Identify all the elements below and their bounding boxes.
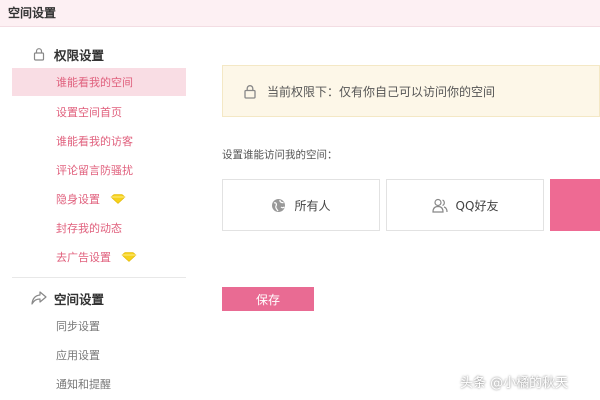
sidebar-group-label: 权限设置 bbox=[54, 47, 105, 63]
sidebar-item-remove-ads[interactable]: 去广告设置 bbox=[12, 243, 186, 271]
sidebar-item-homepage[interactable]: 设置空间首页 bbox=[12, 98, 186, 126]
globe-icon bbox=[271, 198, 286, 213]
sidebar-divider bbox=[12, 277, 186, 278]
notice-text: 当前权限下：仅有你自己可以访问你的空间 bbox=[267, 84, 496, 99]
option-qq-friends[interactable]: QQ好友 bbox=[386, 179, 544, 231]
sidebar-item-sync[interactable]: 同步设置 bbox=[12, 312, 186, 340]
sidebar-item-label: 应用设置 bbox=[56, 349, 100, 362]
sidebar-group-permissions[interactable]: 权限设置 bbox=[30, 44, 104, 64]
sidebar-item-label: 同步设置 bbox=[56, 320, 100, 333]
sidebar-item-visitors[interactable]: 谁能看我的访客 bbox=[12, 127, 186, 155]
save-button[interactable]: 保存 bbox=[222, 287, 314, 311]
sidebar-item-anti-harassment[interactable]: 评论留言防骚扰 bbox=[12, 156, 186, 184]
sidebar-item-label: 封存我的动态 bbox=[56, 222, 122, 235]
sidebar-group-space-settings[interactable]: 空间设置 bbox=[30, 288, 104, 308]
sidebar: 权限设置 谁能看我的空间 设置空间首页 谁能看我的访客 评论留言防骚扰 隐身设置… bbox=[0, 26, 190, 400]
diamond-icon bbox=[110, 194, 126, 204]
option-label: QQ好友 bbox=[455, 198, 499, 213]
option-self[interactable] bbox=[550, 179, 600, 231]
top-bar: 空间设置 bbox=[0, 0, 600, 27]
sidebar-item-label: 评论留言防骚扰 bbox=[56, 164, 133, 177]
lock-icon bbox=[30, 46, 48, 62]
sidebar-item-label: 设置空间首页 bbox=[56, 106, 122, 119]
permission-notice: 当前权限下：仅有你自己可以访问你的空间 bbox=[222, 65, 600, 117]
watermark: 头条 @小橘的秋天 bbox=[460, 376, 569, 391]
sidebar-item-label: 去广告设置 bbox=[56, 251, 111, 264]
diamond-icon bbox=[121, 252, 137, 262]
friends-icon bbox=[431, 198, 448, 213]
sidebar-item-label: 通知和提醒 bbox=[56, 378, 111, 391]
sidebar-item-archive[interactable]: 封存我的动态 bbox=[12, 214, 186, 242]
sidebar-group-label: 空间设置 bbox=[54, 291, 105, 307]
sidebar-item-who-can-see[interactable]: 谁能看我的空间 bbox=[12, 68, 186, 96]
sidebar-item-label: 谁能看我的空间 bbox=[56, 76, 133, 89]
sidebar-item-label: 谁能看我的访客 bbox=[56, 135, 133, 148]
page-title: 空间设置 bbox=[8, 6, 57, 20]
share-icon bbox=[30, 290, 48, 306]
sidebar-item-invisible[interactable]: 隐身设置 bbox=[12, 185, 186, 213]
sidebar-item-notifications[interactable]: 通知和提醒 bbox=[12, 370, 186, 398]
sidebar-item-label: 隐身设置 bbox=[56, 193, 100, 206]
lock-icon bbox=[243, 84, 257, 99]
access-prompt: 设置谁能访问我的空间： bbox=[222, 149, 338, 161]
option-everyone[interactable]: 所有人 bbox=[222, 179, 380, 231]
option-label: 所有人 bbox=[294, 198, 331, 213]
sidebar-item-apps[interactable]: 应用设置 bbox=[12, 341, 186, 369]
